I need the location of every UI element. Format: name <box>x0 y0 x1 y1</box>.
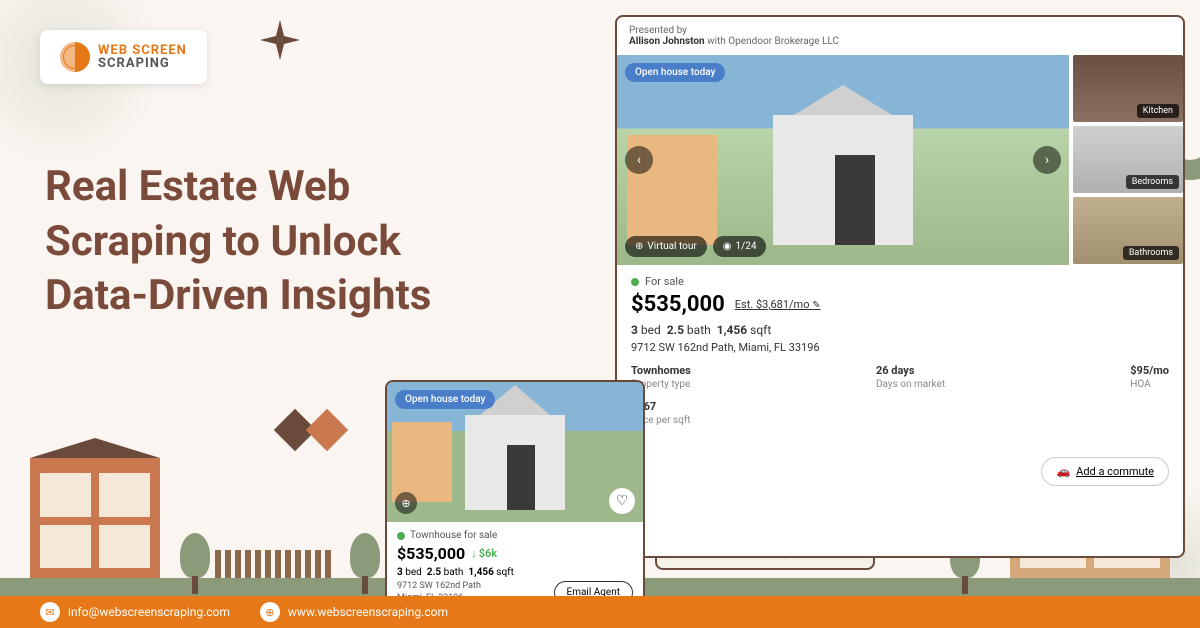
agent-name: Allison Johnston <box>629 36 705 47</box>
edit-icon: ✎ <box>812 300 820 311</box>
listing-card-small: Open house today ♡ ⊕ Townhouse for sale … <box>385 380 645 614</box>
neighbor-house-small <box>392 422 452 502</box>
house-center-section <box>835 155 875 245</box>
status-dot-icon <box>397 532 405 540</box>
listing-card-large: Presented by Allison Johnston with Opend… <box>615 15 1185 558</box>
monthly-estimate-link[interactable]: Est. $3,681/mo ✎ <box>735 298 821 311</box>
thumb-bathrooms[interactable]: Bathrooms <box>1073 197 1183 264</box>
small-stats: 3 bed 2.5 bath 1,456 sqft <box>397 567 633 578</box>
footer-bar: ✉ info@webscreenscraping.com ⊕ www.websc… <box>0 596 1200 628</box>
fence <box>215 550 335 578</box>
next-photo-button[interactable]: › <box>1033 146 1061 174</box>
status-dot-icon <box>631 278 639 286</box>
photo-overlay-controls: ⊕Virtual tour ◉1/24 <box>625 236 766 257</box>
small-photo[interactable]: Open house today ♡ ⊕ <box>387 382 643 522</box>
presented-label: Presented by <box>629 25 687 36</box>
listing-meta-row-2: $367Price per sqft <box>631 400 1169 426</box>
favorite-button[interactable]: ♡ <box>609 488 635 514</box>
camera-icon: ◉ <box>723 241 732 252</box>
compass-icon: ⊕ <box>635 241 643 252</box>
expand-button[interactable]: ⊕ <box>395 492 417 514</box>
footer-website[interactable]: ⊕ www.webscreenscraping.com <box>260 602 448 622</box>
photo-gallery: Open house today ‹ › ⊕Virtual tour ◉1/24… <box>617 55 1183 265</box>
meta-hoa: $95/moHOA <box>1130 364 1169 390</box>
listing-header: Presented by Allison Johnston with Opend… <box>617 17 1183 55</box>
prev-photo-button[interactable]: ‹ <box>625 146 653 174</box>
crosshair-icon: ⊕ <box>401 497 410 510</box>
thumbnail-column: Kitchen Bedrooms Bathrooms <box>1073 55 1183 265</box>
logo-text: WEB SCREEN SCRAPING <box>98 44 187 70</box>
open-house-badge-small: Open house today <box>395 390 495 409</box>
logo-line-2: SCRAPING <box>98 57 187 70</box>
virtual-tour-button[interactable]: ⊕Virtual tour <box>625 236 707 257</box>
photo-count-button[interactable]: ◉1/24 <box>713 236 767 257</box>
thumb-bedrooms[interactable]: Bedrooms <box>1073 126 1183 193</box>
logo-card: WEB SCREEN SCRAPING <box>40 30 207 84</box>
footer-email[interactable]: ✉ info@webscreenscraping.com <box>40 602 230 622</box>
add-commute-button[interactable]: 🚗Add a commute <box>1041 457 1169 486</box>
email-icon: ✉ <box>40 602 60 622</box>
car-icon: 🚗 <box>1056 465 1070 478</box>
logo-spider-icon <box>60 42 90 72</box>
globe-icon: ⊕ <box>260 602 280 622</box>
building-left <box>30 458 160 578</box>
listing-stats: 3 bed 2.5 bath 1,456 sqft <box>631 323 1169 337</box>
small-price: $535,000 ↓$6k <box>397 544 633 563</box>
listing-status: For sale <box>631 275 1169 288</box>
heart-icon: ♡ <box>616 493 629 509</box>
meta-days: 26 daysDays on market <box>876 364 945 390</box>
down-arrow-icon: ↓ <box>471 547 477 560</box>
small-status: Townhouse for sale <box>397 530 633 541</box>
main-photo[interactable]: Open house today ‹ › ⊕Virtual tour ◉1/24 <box>617 55 1069 265</box>
listing-meta-row: TownhomesProperty type 26 daysDays on ma… <box>631 364 1169 390</box>
agent-brokerage: with Opendoor Brokerage LLC <box>705 36 839 47</box>
thumb-kitchen[interactable]: Kitchen <box>1073 55 1183 122</box>
price-drop: ↓$6k <box>471 547 497 560</box>
open-house-badge: Open house today <box>625 63 725 82</box>
listing-price: $535,000 Est. $3,681/mo ✎ <box>631 292 1169 317</box>
tree-icon <box>350 533 380 578</box>
house-center-small <box>507 445 535 510</box>
tree-icon <box>180 533 210 578</box>
listing-details: For sale $535,000 Est. $3,681/mo ✎ 3 bed… <box>617 265 1183 436</box>
listing-address: 9712 SW 162nd Path, Miami, FL 33196 <box>631 341 1169 354</box>
page-title: Real Estate Web Scraping to Unlock Data-… <box>45 160 465 324</box>
